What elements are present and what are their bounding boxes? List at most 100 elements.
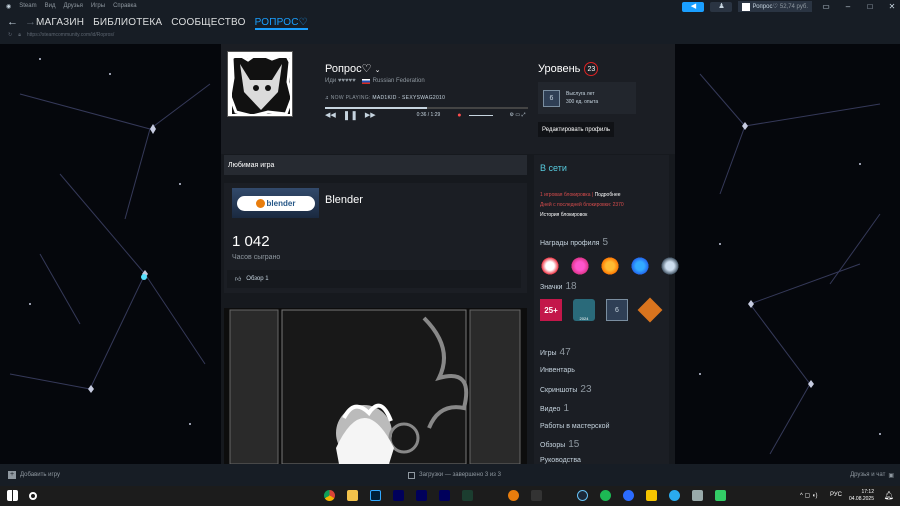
- days-since-ban: Дней с последней блокировки: 2370: [540, 202, 624, 208]
- close-icon[interactable]: ✕: [884, 2, 900, 11]
- award-globe-icon[interactable]: [660, 256, 680, 276]
- tray-icons[interactable]: ^ ▢ ◖): [800, 492, 817, 499]
- award-fish-icon[interactable]: [600, 256, 620, 276]
- menu-steam[interactable]: Steam: [19, 3, 36, 10]
- inventory-link[interactable]: Инвентарь: [540, 367, 575, 374]
- screenshots-count: 23: [580, 384, 592, 395]
- back-arrow-icon[interactable]: ←: [7, 16, 18, 28]
- minimize-icon[interactable]: –: [840, 2, 856, 11]
- url-bar[interactable]: https://steamcommunity.com/id/Ropros/: [27, 32, 114, 38]
- announcements-button[interactable]: ◀: [682, 1, 705, 12]
- screenshots-label: Скриншоты: [540, 387, 578, 394]
- record-icon[interactable]: ●: [457, 112, 461, 119]
- music-note-icon: ♫: [325, 95, 330, 101]
- profile-name-dropdown[interactable]: Ропрос♡ ⌄: [325, 62, 380, 75]
- award-blue-icon[interactable]: [630, 256, 650, 276]
- menu-games[interactable]: Игры: [91, 3, 105, 10]
- badge-years-icon[interactable]: 6: [606, 299, 628, 321]
- friends-chat-button[interactable]: Друзья и чат ▣: [850, 472, 894, 479]
- photoshop-icon[interactable]: [370, 490, 381, 501]
- award-party-icon[interactable]: [570, 256, 590, 276]
- ban-details-link[interactable]: Подробнее: [595, 192, 621, 198]
- app-icon[interactable]: [623, 490, 634, 501]
- award-rooster-icon[interactable]: [540, 256, 560, 276]
- menu-friends[interactable]: Друзья: [63, 3, 82, 10]
- lock-icon: 🔒︎: [18, 32, 21, 38]
- epic-games-icon[interactable]: [531, 490, 542, 501]
- app-gray-icon[interactable]: [692, 490, 703, 501]
- notification-icon[interactable]: 🔔︎: [884, 491, 894, 500]
- notifications-button[interactable]: ♟: [710, 1, 733, 12]
- after-effects-icon[interactable]: [416, 490, 427, 501]
- file-explorer-icon[interactable]: [347, 490, 358, 501]
- app-yellow-icon[interactable]: [646, 490, 657, 501]
- badge-steam-2024-icon[interactable]: 2024: [573, 299, 595, 321]
- forward-arrow-icon[interactable]: →: [25, 16, 36, 28]
- system-clock[interactable]: 17:12 04.08.2025: [849, 489, 874, 503]
- refresh-icon[interactable]: ↻: [8, 32, 12, 38]
- years-of-service-badge[interactable]: 6 Выслуга лет 300 ед. опыта: [538, 82, 636, 114]
- spotify-icon[interactable]: [600, 490, 611, 501]
- badges-row: 25+ 2024 6: [540, 297, 663, 323]
- chrome-icon[interactable]: [324, 490, 335, 501]
- app-blue-icon[interactable]: [715, 490, 726, 501]
- audition-icon[interactable]: [393, 490, 404, 501]
- title-bar: ◉ Steam Вид Друзья Игры Справка ◀ ♟ Ропр…: [0, 0, 900, 14]
- downloads-status[interactable]: Загрузки — завершено 3 из 3: [408, 471, 501, 479]
- steam-bottom-bar: + Добавить игру Загрузки — завершено 3 и…: [0, 464, 900, 486]
- screenshots-link[interactable]: Скриншоты 23: [540, 384, 592, 395]
- years-badge-icon: 6: [543, 89, 560, 107]
- language-indicator[interactable]: РУС: [830, 492, 842, 498]
- videos-link[interactable]: Видео 1: [540, 403, 569, 414]
- settings-icon[interactable]: ⚙ ▭ ⤢: [510, 112, 526, 118]
- search-icon[interactable]: [29, 492, 37, 500]
- nav-community[interactable]: СООБЩЕСТВО: [171, 17, 245, 30]
- nav-profile[interactable]: РОПРОС♡: [254, 17, 308, 30]
- workshop-link[interactable]: Работы в мастерской: [540, 423, 610, 430]
- painter-icon[interactable]: [462, 490, 473, 501]
- menu-view[interactable]: Вид: [45, 3, 56, 10]
- blender-logo-icon: [255, 198, 265, 208]
- profile-avatar[interactable]: [227, 51, 293, 117]
- video-count: 1: [563, 403, 570, 414]
- games-link[interactable]: Игры 47: [540, 347, 571, 358]
- add-game-button[interactable]: + Добавить игру: [8, 471, 60, 479]
- nav-library[interactable]: БИБЛИОТЕКА: [93, 17, 162, 30]
- level-badge[interactable]: 23: [584, 62, 599, 76]
- blender-icon[interactable]: [508, 490, 519, 501]
- download-icon: [408, 471, 415, 479]
- badges-link[interactable]: Значки 18: [540, 281, 577, 292]
- badge-orange-icon[interactable]: [637, 297, 663, 323]
- telegram-icon[interactable]: [669, 490, 680, 501]
- premiere-icon[interactable]: [439, 490, 450, 501]
- maximize-icon[interactable]: □: [862, 2, 878, 11]
- previous-icon[interactable]: ◀◀: [325, 111, 336, 119]
- edit-profile-button[interactable]: Редактировать профиль: [538, 122, 614, 137]
- reviews-link[interactable]: Обзоры 15: [540, 439, 579, 450]
- badge-25plus-icon[interactable]: 25+: [540, 299, 562, 321]
- volume-slider[interactable]: [468, 114, 493, 116]
- monitor-icon[interactable]: ▭: [818, 2, 834, 11]
- game-capsule[interactable]: blender: [232, 188, 319, 218]
- awards-count: 5: [602, 237, 609, 248]
- artwork-showcase[interactable]: [224, 308, 527, 464]
- menu-help[interactable]: Справка: [113, 3, 137, 10]
- next-icon[interactable]: ▶▶: [365, 111, 376, 119]
- game-name[interactable]: Blender: [325, 194, 363, 206]
- awards-link[interactable]: Награды профиля 5: [540, 237, 608, 248]
- badge-year: 2024: [579, 316, 589, 321]
- thumbs-up-icon: 👍︎: [235, 277, 242, 283]
- pause-icon[interactable]: ❚❚: [343, 110, 358, 121]
- ban-history-link[interactable]: История блокировок: [540, 210, 624, 220]
- steam-icon[interactable]: [577, 490, 588, 501]
- review-link[interactable]: 👍︎ Обзор 1: [227, 270, 521, 288]
- account-menu[interactable]: Ропрос♡ 52,74 руб.: [738, 1, 812, 12]
- windows-start-icon[interactable]: [7, 490, 18, 501]
- bell-icon: ♟: [718, 2, 725, 10]
- nav-store[interactable]: МАГАЗИН: [36, 17, 84, 30]
- ban-info: 1 игровая блокировка | Подробнее Дней с …: [540, 190, 624, 220]
- real-name: Иди ♥♥♥♥♥: [325, 78, 356, 84]
- review-label: Обзор 1: [246, 276, 269, 282]
- guides-link[interactable]: Руководства: [540, 457, 581, 464]
- profile-sidebar: В сети 1 игровая блокировка | Подробнее …: [534, 155, 680, 464]
